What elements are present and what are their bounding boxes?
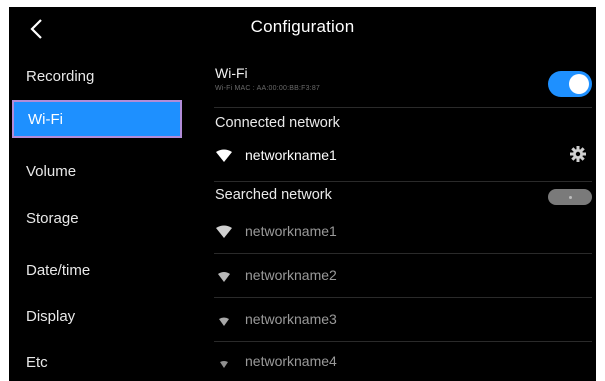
sidebar-item-wifi[interactable]: Wi-Fi <box>12 100 182 138</box>
divider <box>214 297 592 298</box>
divider <box>214 253 592 254</box>
searched-network-name: networkname3 <box>245 311 337 327</box>
connected-network-row[interactable]: networkname1 <box>214 137 592 177</box>
sidebar-item-volume[interactable]: Volume <box>12 152 182 190</box>
wifi-signal-icon <box>216 225 232 238</box>
configuration-screen: Configuration Recording Wi-Fi Volume Sto… <box>9 7 596 381</box>
connected-network-heading: Connected network <box>215 115 340 131</box>
wifi-toggle[interactable] <box>548 71 592 97</box>
wifi-label: Wi-Fi <box>215 65 248 81</box>
divider <box>214 181 592 182</box>
sidebar-item-storage[interactable]: Storage <box>12 199 182 237</box>
sidebar-item-datetime[interactable]: Date/time <box>12 251 182 289</box>
searched-network-name: networkname1 <box>245 223 337 239</box>
searched-network-row[interactable]: networkname2 <box>214 257 592 297</box>
wifi-signal-icon <box>219 317 229 326</box>
sidebar-item-recording[interactable]: Recording <box>12 57 182 95</box>
searched-network-heading: Searched network <box>215 187 332 203</box>
wifi-toggle-row: Wi-Fi Wi-Fi MAC : AA:00:00:BB:F3:87 <box>214 59 592 105</box>
wifi-mac-address: Wi-Fi MAC : AA:00:00:BB:F3:87 <box>215 85 320 92</box>
searched-network-row[interactable]: networkname4 <box>214 343 592 381</box>
divider <box>214 341 592 342</box>
wifi-signal-icon <box>220 361 228 368</box>
scan-networks-button[interactable] <box>548 189 592 205</box>
connected-network-name: networkname1 <box>245 147 337 163</box>
gear-icon[interactable] <box>570 146 586 162</box>
sidebar-item-etc[interactable]: Etc <box>12 343 182 381</box>
searched-network-row[interactable]: networkname3 <box>214 301 592 341</box>
scan-indicator <box>569 196 572 199</box>
wifi-signal-icon <box>216 149 232 162</box>
toggle-knob <box>569 74 589 94</box>
wifi-signal-icon <box>218 272 230 282</box>
top-bar: Configuration <box>9 7 596 49</box>
divider <box>214 107 592 108</box>
searched-network-row[interactable]: networkname1 <box>214 213 592 253</box>
searched-network-name: networkname2 <box>245 267 337 283</box>
searched-network-name: networkname4 <box>245 353 337 369</box>
sidebar-item-display[interactable]: Display <box>12 297 182 335</box>
page-title: Configuration <box>250 17 355 36</box>
